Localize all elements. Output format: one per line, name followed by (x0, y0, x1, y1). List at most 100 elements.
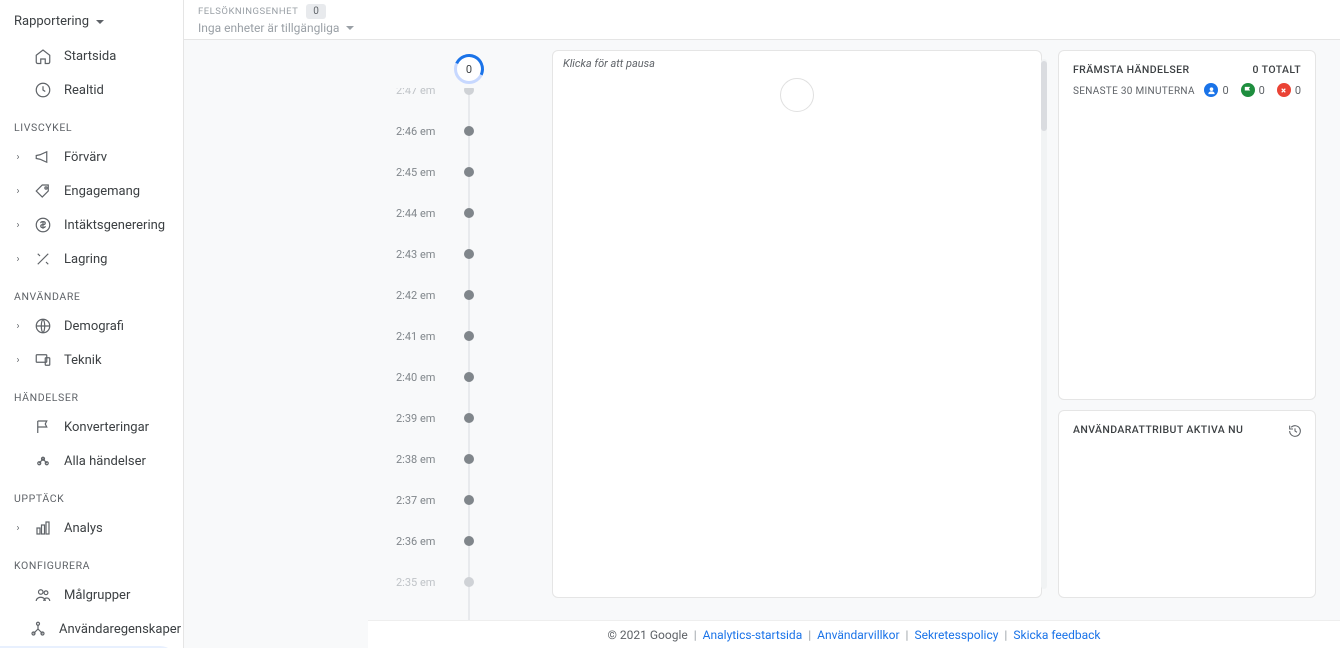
globe-icon (34, 317, 52, 335)
user-attributes-title: ANVÄNDARATTRIBUT AKTIVA NU (1073, 423, 1243, 436)
sidebar-item-label: Startsida (64, 49, 116, 64)
top-events-stats: 0 0 0 (1204, 83, 1301, 97)
debug-device-count-badge: 0 (306, 4, 326, 19)
stat-green-value: 0 (1259, 84, 1265, 97)
top-events-card: FRÄMSTA HÄNDELSER 0 TOTALT SENASTE 30 MI… (1058, 50, 1316, 400)
sidebar-item-label: Engagemang (64, 184, 140, 199)
timeline-time: 2:46 em (396, 125, 435, 138)
timeline-dot-icon (464, 167, 474, 177)
sidebar-item-retention[interactable]: › Lagring (0, 242, 183, 276)
sidebar-item-all-events[interactable]: › Alla händelser (0, 444, 183, 478)
flag-event-icon (1241, 83, 1255, 97)
sidebar-item-acquisition[interactable]: › Förvärv (0, 140, 183, 174)
stat-red-value: 0 (1295, 84, 1301, 97)
chevron-down-icon (95, 17, 105, 27)
events-panel[interactable]: Klicka för att pausa (552, 50, 1042, 598)
user-event-icon (1204, 83, 1218, 97)
sidebar-item-engagement[interactable]: › Engagemang (0, 174, 183, 208)
hierarchy-icon (29, 620, 47, 638)
sidebar-item-label: Teknik (64, 353, 102, 368)
sidebar-item-label: Förvärv (64, 150, 107, 165)
sidebar-item-home[interactable]: › Startsida (0, 39, 183, 73)
timeline-dot-icon (464, 331, 474, 341)
footer: © 2021 Google | Analytics-startsida | An… (368, 620, 1340, 648)
timeline-column: 0 2:47 em2:46 em2:45 em2:44 em2:43 em2:4… (196, 50, 536, 648)
devices-icon (34, 351, 52, 369)
footer-link-home[interactable]: Analytics-startsida (703, 628, 803, 642)
timeline-dot-icon (464, 577, 474, 587)
chevron-down-icon (345, 23, 355, 33)
timeline-dot-icon (464, 413, 474, 423)
footer-link-privacy[interactable]: Sekretesspolicy (914, 628, 998, 642)
events-scrollbar[interactable] (1041, 59, 1047, 589)
timeline-time: 2:36 em (396, 535, 435, 548)
sidebar-item-conversions[interactable]: › Konverteringar (0, 410, 183, 444)
sidebar-item-label: Demografi (64, 319, 124, 334)
sidebar-item-label: Analys (64, 521, 103, 536)
timeline-time: 2:45 em (396, 166, 435, 179)
tag-icon (34, 182, 52, 200)
megaphone-icon (34, 148, 52, 166)
error-event-icon (1277, 83, 1291, 97)
right-column: FRÄMSTA HÄNDELSER 0 TOTALT SENASTE 30 MI… (1058, 50, 1316, 598)
sidebar-item-label: Användaregenskaper (59, 622, 181, 637)
timeline-time: 2:37 em (396, 494, 435, 507)
sidebar-item-tech[interactable]: › Teknik (0, 343, 183, 377)
sidebar: Rapportering › Startsida › Realtid LIVSC… (0, 0, 184, 648)
section-lifecycle: LIVSCYKEL (0, 107, 183, 140)
top-events-total: 0 TOTALT (1253, 63, 1301, 76)
timeline-dot-icon (464, 454, 474, 464)
sidebar-item-label: Alla händelser (64, 454, 146, 469)
wand-icon (34, 250, 52, 268)
timeline-dot-icon (464, 126, 474, 136)
timeline-dot-icon (464, 249, 474, 259)
events-hint: Klicka för att pausa (553, 51, 1041, 76)
home-icon (34, 47, 52, 65)
history-icon[interactable] (1287, 423, 1303, 442)
sidebar-item-label: Realtid (64, 83, 104, 98)
user-attributes-card: ANVÄNDARATTRIBUT AKTIVA NU (1058, 410, 1316, 598)
timeline-time: 2:47 em (396, 88, 435, 97)
sidebar-item-user-properties[interactable]: › Användaregenskaper (0, 612, 183, 646)
footer-link-feedback[interactable]: Skicka feedback (1013, 628, 1100, 642)
sidebar-item-label: Målgrupper (64, 588, 130, 603)
reporting-dropdown[interactable]: Rapportering (0, 8, 183, 39)
debug-device-bar: FELSÖKNINGSENHET 0 Inga enheter är tillg… (184, 0, 1340, 40)
sidebar-item-analysis[interactable]: › Analys (0, 511, 183, 545)
sidebar-item-label: Lagring (64, 252, 107, 267)
timeline-time: 2:41 em (396, 330, 435, 343)
seconds-donut-value: 0 (466, 63, 472, 76)
section-user: ANVÄNDARE (0, 276, 183, 309)
seconds-donut: 0 (454, 54, 484, 84)
chart-icon (34, 519, 52, 537)
timeline-dot-icon (464, 290, 474, 300)
timeline-time: 2:42 em (396, 289, 435, 302)
section-events: HÄNDELSER (0, 377, 183, 410)
sidebar-item-demographics[interactable]: › Demografi (0, 309, 183, 343)
timeline-time: 2:39 em (396, 412, 435, 425)
sidebar-item-label: Intäktsgenerering (64, 218, 165, 233)
footer-copyright: © 2021 Google (607, 628, 687, 642)
timeline-time: 2:43 em (396, 248, 435, 261)
top-events-title: FRÄMSTA HÄNDELSER (1073, 63, 1190, 76)
debug-device-label: FELSÖKNINGSENHET (198, 6, 298, 17)
stat-blue-value: 0 (1222, 84, 1228, 97)
timeline-dot-icon (464, 536, 474, 546)
debug-device-dropdown[interactable]: Inga enheter är tillgängliga (198, 21, 355, 35)
dollar-icon (34, 216, 52, 234)
footer-link-terms[interactable]: Användarvillkor (817, 628, 899, 642)
debug-device-dropdown-label: Inga enheter är tillgängliga (198, 21, 339, 35)
sidebar-item-label: Konverteringar (64, 420, 149, 435)
analytics-icon (34, 452, 52, 470)
timeline-time: 2:40 em (396, 371, 435, 384)
section-configure: KONFIGURERA (0, 545, 183, 578)
main: FELSÖKNINGSENHET 0 Inga enheter är tillg… (184, 0, 1340, 648)
section-discover: UPPTÄCK (0, 478, 183, 511)
people-icon (34, 586, 52, 604)
timeline-dot-icon (464, 495, 474, 505)
timeline-dot-icon (464, 208, 474, 218)
sidebar-item-realtime[interactable]: › Realtid (0, 73, 183, 107)
timeline-dot-icon (464, 88, 474, 95)
sidebar-item-audiences[interactable]: › Målgrupper (0, 578, 183, 612)
sidebar-item-monetization[interactable]: › Intäktsgenerering (0, 208, 183, 242)
